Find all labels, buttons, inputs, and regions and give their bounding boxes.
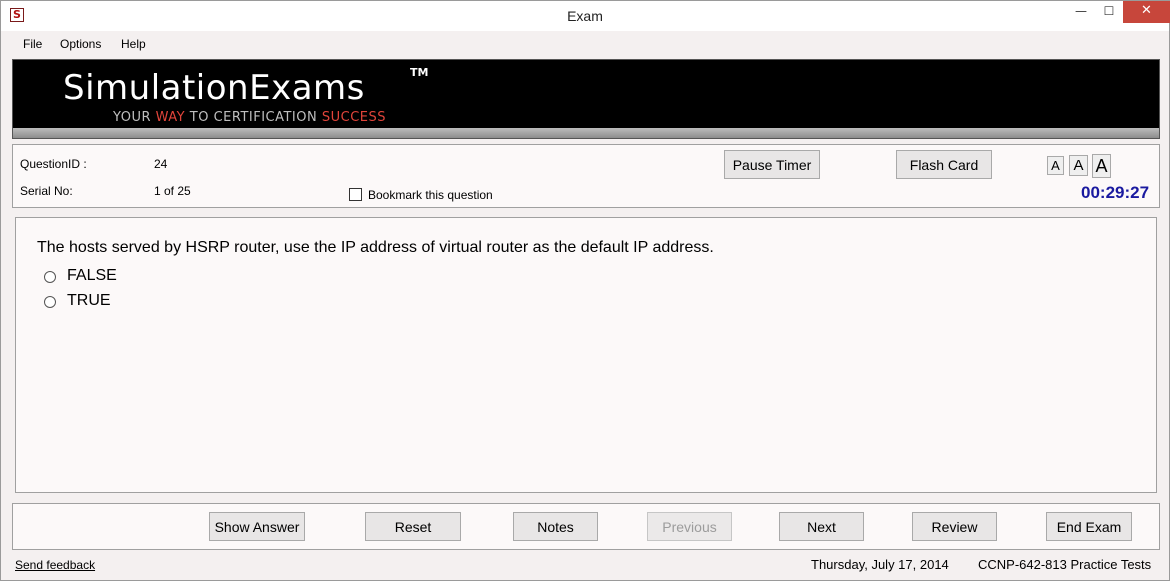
menu-bar: File Options Help <box>5 32 1166 56</box>
brand-banner: SimulationExams TM YOUR WAY TO CERTIFICA… <box>12 59 1160 139</box>
status-product: CCNP-642-813 Practice Tests <box>978 557 1152 572</box>
question-id-label: QuestionID : <box>20 157 87 171</box>
exam-window: S Exam — ☐ ✕ File Options Help Simulatio… <box>0 0 1170 581</box>
window-title: Exam <box>567 8 603 24</box>
brand-logo-text: SimulationExams <box>63 68 365 108</box>
close-icon[interactable]: ✕ <box>1123 1 1170 23</box>
title-bar: S Exam — ☐ ✕ <box>1 1 1170 31</box>
minimize-icon[interactable]: — <box>1067 1 1095 23</box>
radio-icon[interactable] <box>44 296 56 308</box>
tagline-part: YOUR <box>113 110 156 125</box>
action-button-panel: Show Answer Reset Notes Previous Next Re… <box>12 503 1160 550</box>
menu-file[interactable]: File <box>23 37 42 51</box>
review-button[interactable]: Review <box>912 512 997 541</box>
question-info-panel: QuestionID : 24 Serial No: 1 of 25 Bookm… <box>12 144 1160 208</box>
serial-label: Serial No: <box>20 184 73 198</box>
answer-option-label[interactable]: FALSE <box>67 267 117 285</box>
exam-timer: 00:29:27 <box>1081 183 1150 202</box>
menu-options[interactable]: Options <box>60 37 101 51</box>
maximize-icon[interactable]: ☐ <box>1095 1 1123 23</box>
question-id-value: 24 <box>154 157 168 171</box>
question-area: The hosts served by HSRP router, use the… <box>15 217 1157 493</box>
trademark-mark: TM <box>410 66 429 79</box>
flash-card-button[interactable]: Flash Card <box>896 150 992 179</box>
question-text: The hosts served by HSRP router, use the… <box>37 239 714 256</box>
bookmark-checkbox[interactable] <box>349 188 362 201</box>
radio-icon[interactable] <box>44 271 56 283</box>
pause-timer-button[interactable]: Pause Timer <box>724 150 820 179</box>
brand-tagline: YOUR WAY TO CERTIFICATION SUCCESS <box>113 110 386 125</box>
send-feedback-link[interactable]: Send feedback <box>15 558 95 572</box>
status-date: Thursday, July 17, 2014 <box>811 557 949 572</box>
notes-button[interactable]: Notes <box>513 512 598 541</box>
tagline-part: TO CERTIFICATION <box>185 110 322 125</box>
previous-button[interactable]: Previous <box>647 512 732 541</box>
tagline-part: WAY <box>155 110 186 125</box>
font-size-large-button[interactable]: A <box>1092 154 1111 178</box>
font-size-small-button[interactable]: A <box>1047 156 1064 175</box>
end-exam-button[interactable]: End Exam <box>1046 512 1132 541</box>
answer-option-label[interactable]: TRUE <box>67 292 111 310</box>
bookmark-label[interactable]: Bookmark this question <box>368 188 493 202</box>
font-size-medium-button[interactable]: A <box>1069 155 1088 176</box>
serial-value: 1 of 25 <box>154 184 191 198</box>
next-button[interactable]: Next <box>779 512 864 541</box>
show-answer-button[interactable]: Show Answer <box>209 512 305 541</box>
tagline-part: SUCCESS <box>321 110 386 125</box>
menu-help[interactable]: Help <box>121 37 146 51</box>
reset-button[interactable]: Reset <box>365 512 461 541</box>
banner-bottom-strip <box>13 128 1159 138</box>
